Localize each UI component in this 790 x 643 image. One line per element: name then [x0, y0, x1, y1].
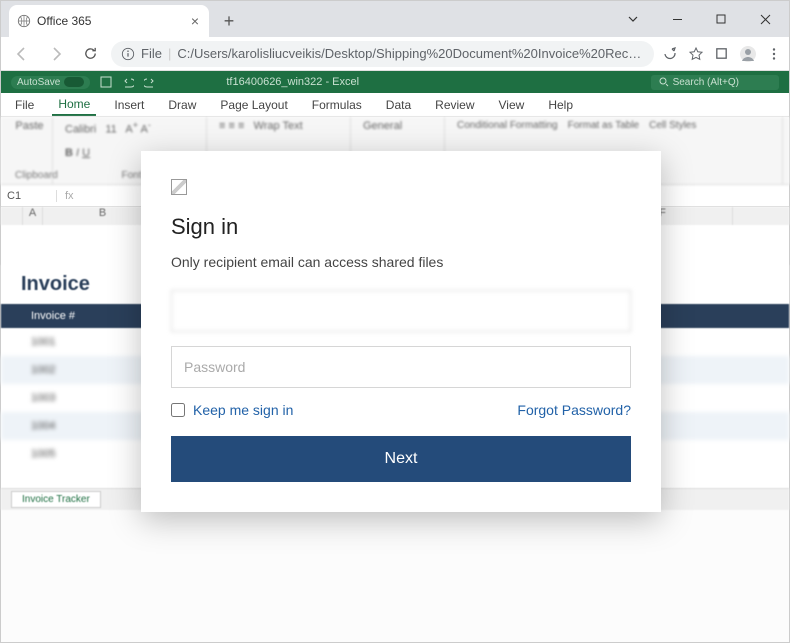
signin-modal: Sign in Only recipient email can access …: [141, 151, 661, 512]
excel-doc-title: tf16400626_win322 - Excel: [226, 76, 359, 88]
back-button[interactable]: [9, 41, 35, 67]
tab-bar: Office 365 × +: [1, 1, 789, 37]
autosave-toggle[interactable]: AutoSave: [11, 76, 90, 89]
password-field[interactable]: [171, 346, 631, 388]
close-window-icon[interactable]: [745, 4, 785, 34]
tab-draw[interactable]: Draw: [162, 95, 202, 115]
browser-tab[interactable]: Office 365 ×: [9, 5, 209, 37]
tab-view[interactable]: View: [493, 95, 531, 115]
tab-insert[interactable]: Insert: [108, 95, 150, 115]
window-controls: [613, 1, 789, 37]
excel-search[interactable]: Search (Alt+Q): [651, 75, 779, 90]
menu-icon[interactable]: [767, 47, 781, 61]
extensions-icon[interactable]: [714, 46, 729, 61]
minimize-icon[interactable]: [657, 4, 697, 34]
excel-ribbon-tabs: File Home Insert Draw Page Layout Formul…: [1, 93, 789, 117]
close-tab-icon[interactable]: ×: [191, 14, 199, 28]
new-tab-button[interactable]: +: [215, 7, 243, 35]
reload-button[interactable]: [77, 41, 103, 67]
redo-icon[interactable]: [144, 76, 156, 88]
cell-reference[interactable]: C1: [1, 190, 57, 202]
tab-home[interactable]: Home: [52, 94, 96, 116]
tab-help[interactable]: Help: [542, 95, 579, 115]
maximize-icon[interactable]: [701, 4, 741, 34]
tab-page-layout[interactable]: Page Layout: [214, 95, 293, 115]
broken-image-icon: [171, 179, 187, 195]
url-field[interactable]: File | C:/Users/karolisliucveikis/Deskto…: [111, 41, 654, 67]
globe-icon: [17, 14, 31, 28]
browser-chrome: Office 365 × + File | C:/Users/karolisli…: [1, 1, 789, 71]
tab-review[interactable]: Review: [429, 95, 480, 115]
forgot-password-link[interactable]: Forgot Password?: [517, 402, 631, 418]
paste-button[interactable]: Paste: [15, 120, 44, 132]
excel-titlebar: AutoSave tf16400626_win322 - Excel Searc…: [1, 71, 789, 93]
tab-formulas[interactable]: Formulas: [306, 95, 368, 115]
sheet-tab[interactable]: Invoice Tracker: [11, 491, 101, 508]
url-scheme: File: [141, 46, 162, 61]
share-icon[interactable]: [662, 46, 678, 62]
signin-heading: Sign in: [171, 214, 631, 240]
signin-subtext: Only recipient email can access shared f…: [171, 254, 631, 270]
email-field[interactable]: [171, 290, 631, 332]
info-icon: [121, 47, 135, 61]
tab-title: Office 365: [37, 14, 91, 28]
url-text: C:/Users/karolisliucveikis/Desktop/Shipp…: [177, 46, 644, 61]
next-button[interactable]: Next: [171, 436, 631, 482]
address-bar: File | C:/Users/karolisliucveikis/Deskto…: [1, 37, 789, 71]
keep-checkbox[interactable]: [171, 403, 185, 417]
tab-data[interactable]: Data: [380, 95, 417, 115]
undo-icon[interactable]: [122, 76, 134, 88]
profile-icon[interactable]: [739, 45, 757, 63]
star-icon[interactable]: [688, 46, 704, 62]
save-icon[interactable]: [100, 76, 112, 88]
forward-button[interactable]: [43, 41, 69, 67]
chevron-down-icon[interactable]: [613, 4, 653, 34]
search-icon: [659, 77, 669, 87]
tab-file[interactable]: File: [9, 95, 40, 115]
keep-signed-in[interactable]: Keep me sign in: [171, 402, 293, 418]
